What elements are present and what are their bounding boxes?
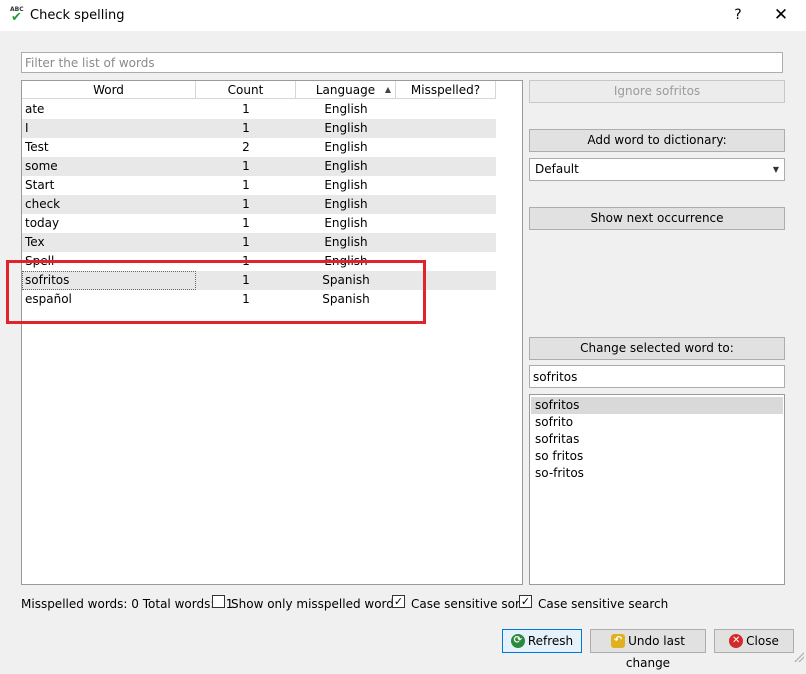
show-next-occurrence-button[interactable]: Show next occurrence: [529, 207, 785, 230]
close-icon: ✕: [729, 633, 744, 648]
cell-word: Test: [25, 140, 49, 154]
cell-word: Tex: [25, 235, 45, 249]
cell-word: I: [25, 121, 29, 135]
cell-word: ate: [25, 102, 45, 116]
suggestions-list[interactable]: sofritos sofrito sofritas so fritos so-f…: [529, 394, 785, 585]
close-button[interactable]: ✕ Close: [714, 629, 794, 653]
window-title: Check spelling: [30, 8, 125, 23]
ignore-word-button[interactable]: Ignore sofritos: [529, 80, 785, 103]
show-only-misspelled-label[interactable]: Show only misspelled words: [231, 596, 400, 612]
cell-misspelled: [396, 119, 496, 138]
chevron-down-icon: ▼: [772, 165, 779, 174]
suggestion-item[interactable]: sofritas: [531, 431, 783, 448]
cell-count: 1: [242, 216, 250, 230]
suggestion-item[interactable]: so-fritos: [531, 465, 783, 482]
table-row[interactable]: Tex 1 English: [22, 233, 496, 252]
suggestion-item[interactable]: sofrito: [531, 414, 783, 431]
refresh-icon: ⟳: [510, 633, 525, 648]
cell-language: English: [324, 102, 368, 116]
checkmark-icon: ✔: [11, 10, 22, 25]
word-count-status: Misspelled words: 0 Total words: 11: [21, 597, 234, 611]
cell-language: English: [324, 197, 368, 211]
title-bar: ABC ✔ Check spelling ? ✕: [0, 0, 806, 31]
cell-misspelled: [396, 157, 496, 176]
replacement-input[interactable]: [530, 366, 784, 387]
sort-ascending-icon: ▲: [384, 85, 391, 94]
filter-input[interactable]: [22, 53, 782, 72]
cell-misspelled: [396, 233, 496, 252]
cell-count: 1: [242, 178, 250, 192]
column-header-language[interactable]: Language ▲: [296, 81, 396, 99]
cell-word: today: [25, 216, 60, 230]
annotation-highlight-box: [6, 260, 426, 324]
cell-language: English: [324, 140, 368, 154]
window-close-button[interactable]: ✕: [766, 3, 796, 27]
table-row[interactable]: check 1 English: [22, 195, 496, 214]
table-header: Word Count Language ▲ Misspelled?: [22, 81, 522, 100]
cell-language: English: [324, 159, 368, 173]
table-row[interactable]: some 1 English: [22, 157, 496, 176]
case-sensitive-search-checkbox[interactable]: ✓: [519, 595, 532, 608]
cell-word: Start: [25, 178, 55, 192]
cell-language: English: [324, 178, 368, 192]
replacement-field[interactable]: [529, 365, 785, 388]
cell-language: English: [324, 121, 368, 135]
cell-language: English: [324, 216, 368, 230]
table-row[interactable]: ate 1 English: [22, 100, 496, 119]
suggestion-item[interactable]: so fritos: [531, 448, 783, 465]
undo-last-change-button[interactable]: ↶ Undo last change: [590, 629, 706, 670]
case-sensitive-sort-checkbox[interactable]: ✓: [392, 595, 405, 608]
dictionary-select[interactable]: Default ▼: [529, 158, 785, 181]
cell-word: some: [25, 159, 58, 173]
table-row[interactable]: Start 1 English: [22, 176, 496, 195]
cell-misspelled: [396, 195, 496, 214]
help-button[interactable]: ?: [724, 3, 752, 27]
table-row[interactable]: today 1 English: [22, 214, 496, 233]
cell-language: English: [324, 235, 368, 249]
undo-icon: ↶: [611, 633, 626, 648]
add-to-dictionary-button[interactable]: Add word to dictionary:: [529, 129, 785, 152]
filter-field[interactable]: [21, 52, 783, 73]
case-sensitive-search-label[interactable]: Case sensitive search: [538, 596, 668, 612]
cell-count: 2: [242, 140, 250, 154]
cell-misspelled: [396, 100, 496, 119]
table-row[interactable]: I 1 English: [22, 119, 496, 138]
cell-count: 1: [242, 102, 250, 116]
cell-misspelled: [396, 138, 496, 157]
dictionary-select-value: Default: [535, 162, 579, 176]
cell-misspelled: [396, 176, 496, 195]
cell-count: 1: [242, 197, 250, 211]
cell-count: 1: [242, 121, 250, 135]
cell-misspelled: [396, 214, 496, 233]
resize-grip[interactable]: [794, 652, 804, 662]
show-only-misspelled-checkbox[interactable]: [212, 595, 225, 608]
suggestion-item[interactable]: sofritos: [531, 397, 783, 414]
column-header-word[interactable]: Word: [22, 81, 196, 99]
column-header-misspelled[interactable]: Misspelled?: [396, 81, 496, 99]
cell-count: 1: [242, 159, 250, 173]
refresh-button[interactable]: ⟳ Refresh: [502, 629, 582, 653]
case-sensitive-sort-label[interactable]: Case sensitive sort: [411, 596, 525, 612]
spellcheck-app-icon: ABC ✔: [10, 7, 24, 25]
column-header-count[interactable]: Count: [196, 81, 296, 99]
table-row[interactable]: Test 2 English: [22, 138, 496, 157]
change-word-button[interactable]: Change selected word to:: [529, 337, 785, 360]
cell-word: check: [25, 197, 61, 211]
cell-count: 1: [242, 235, 250, 249]
word-table[interactable]: Word Count Language ▲ Misspelled? ate 1 Eng…: [21, 80, 523, 585]
